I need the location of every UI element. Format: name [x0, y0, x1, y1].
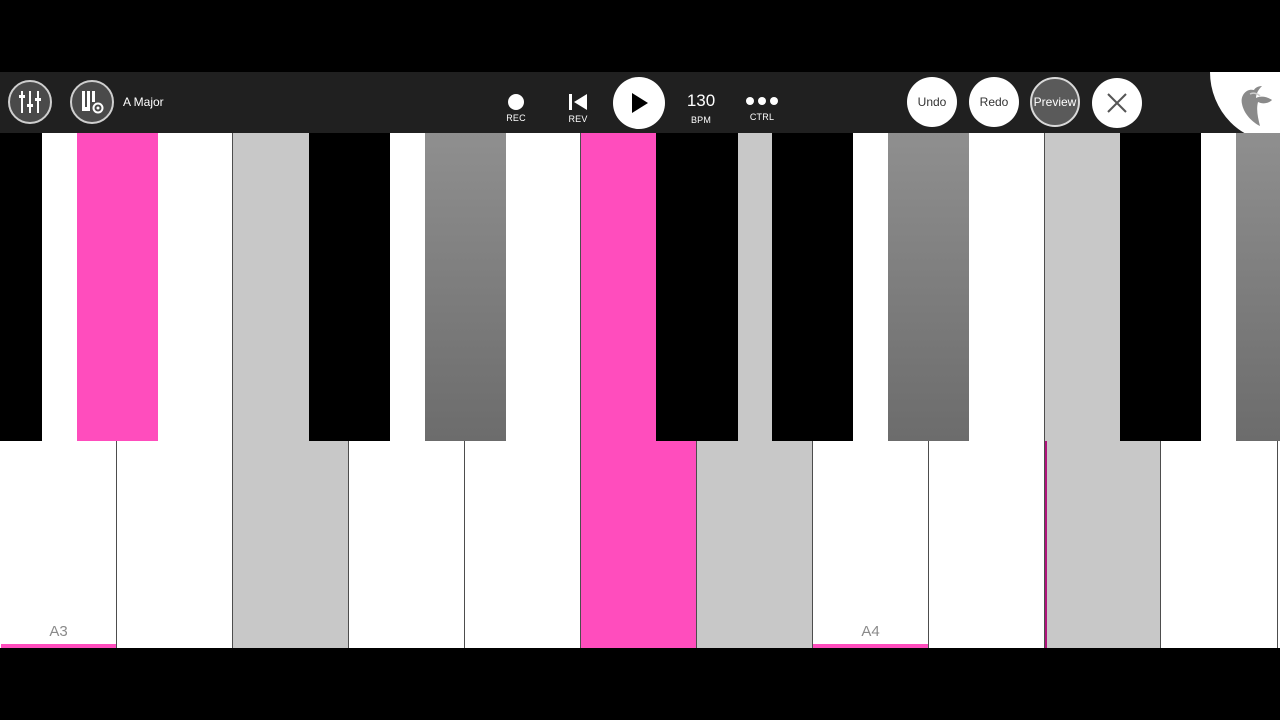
black-key[interactable]: [772, 133, 853, 441]
black-key[interactable]: [1236, 133, 1280, 441]
bpm-value: 130: [686, 91, 716, 110]
black-key[interactable]: [233, 133, 309, 441]
black-key[interactable]: [888, 133, 969, 441]
key-marker: [1, 644, 116, 648]
mixer-button[interactable]: [8, 80, 52, 124]
black-key[interactable]: [309, 133, 390, 441]
piano-settings-icon: [82, 91, 104, 114]
rewind-icon: [569, 94, 587, 110]
key-marker: [813, 644, 928, 648]
black-key[interactable]: [1120, 133, 1201, 441]
fruit-logo-icon: [1241, 86, 1272, 126]
play-button[interactable]: [613, 77, 665, 129]
preview-button[interactable]: Preview: [1030, 77, 1080, 127]
record-label: REC: [506, 113, 526, 123]
black-key[interactable]: [0, 133, 42, 441]
bpm-control[interactable]: 130 BPM: [680, 91, 722, 125]
note-label-a3: A3: [49, 623, 68, 640]
more-dots-icon: [746, 97, 778, 105]
black-key[interactable]: [656, 133, 738, 441]
play-icon: [632, 93, 648, 113]
rewind-button[interactable]: REV: [564, 93, 592, 124]
scale-label[interactable]: A Major: [123, 95, 164, 109]
note-label-a4: A4: [861, 623, 880, 640]
ctrl-button[interactable]: CTRL: [744, 96, 780, 122]
mixer-sliders-icon: [19, 91, 41, 113]
close-icon: [1107, 93, 1127, 113]
black-key[interactable]: [1045, 133, 1120, 441]
bpm-label: BPM: [690, 115, 712, 125]
piano-settings-button[interactable]: [70, 80, 114, 124]
redo-button[interactable]: Redo: [969, 77, 1019, 127]
black-key[interactable]: [738, 133, 772, 441]
rewind-label: REV: [568, 114, 588, 124]
record-button[interactable]: REC: [502, 94, 530, 123]
black-key[interactable]: [77, 133, 158, 441]
record-icon: [508, 94, 524, 110]
close-button[interactable]: [1092, 78, 1142, 128]
undo-button[interactable]: Undo: [907, 77, 957, 127]
black-key[interactable]: [425, 133, 506, 441]
piano-keyboard: A3 A4: [0, 133, 1280, 648]
black-key[interactable]: [581, 133, 656, 441]
ctrl-label: CTRL: [749, 112, 775, 122]
